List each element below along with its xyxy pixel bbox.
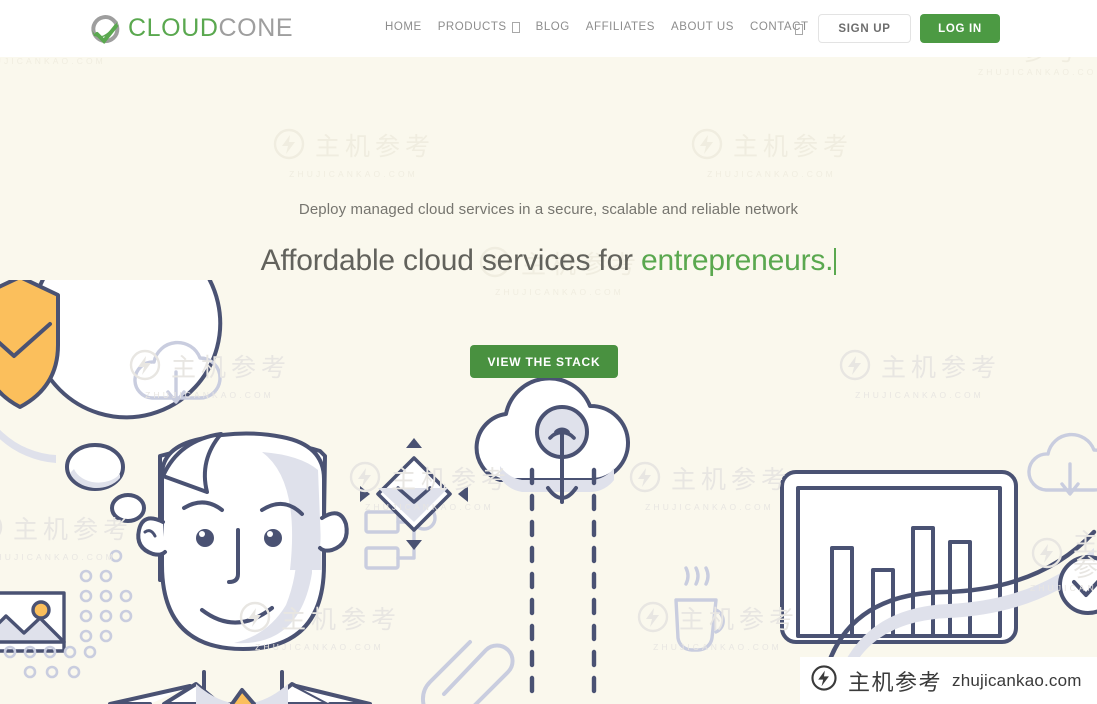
nav-item-contact[interactable]: CONTACT bbox=[750, 21, 825, 33]
thought-bubble bbox=[65, 443, 146, 523]
nav-label: PRODUCTS bbox=[437, 21, 507, 33]
coffee-cup-icon bbox=[674, 566, 725, 652]
hero-title-prefix: Affordable cloud services for bbox=[260, 244, 641, 277]
nav-label: BLOG bbox=[535, 21, 570, 33]
watermark-badge: 主机参考 zhujicankao.com bbox=[800, 657, 1097, 704]
watermark-en: ZHUJICANKAO.COM bbox=[707, 169, 836, 179]
view-the-stack-button[interactable]: VIEW THE STACK bbox=[470, 345, 618, 378]
dashed-connector-line bbox=[529, 467, 597, 704]
log-in-button[interactable]: LOG IN bbox=[920, 14, 1000, 43]
header-cart-icon[interactable] bbox=[795, 21, 803, 39]
logo-text: CLOUDCONE bbox=[128, 14, 293, 43]
watermark-badge-en: zhujicankao.com bbox=[952, 670, 1082, 690]
hero-illustration bbox=[0, 280, 1097, 704]
watermark-en: ZHUJICANKAO.COM bbox=[978, 67, 1097, 77]
page-root: 主机参考 ZHUJICANKAO.COM 主机参考 ZHUJICANKAO.CO… bbox=[0, 0, 1097, 704]
watermark-tile: 主机参考 ZHUJICANKAO.COM bbox=[690, 127, 853, 179]
nav-item-about-us[interactable]: ABOUT US bbox=[671, 21, 750, 33]
site-header: CLOUDCONE HOME PRODUCTS BLOG AFFILIATES … bbox=[0, 0, 1097, 57]
watermark-badge-cn: 主机参考 bbox=[848, 670, 943, 696]
watermark-en: ZHUJICANKAO.COM bbox=[289, 169, 418, 179]
orange-necktie bbox=[230, 688, 256, 704]
watermark-cn: 主机参考 bbox=[315, 132, 436, 161]
nav-item-home[interactable]: HOME bbox=[385, 21, 438, 33]
paperclip-icon bbox=[420, 640, 515, 704]
hero-title-accent: entrepreneurs. bbox=[640, 244, 834, 277]
nav-item-products[interactable]: PRODUCTS bbox=[438, 21, 536, 33]
main-navigation: HOME PRODUCTS BLOG AFFILIATES ABOUT US C… bbox=[385, 21, 825, 33]
watermark-tile: 主机参考 ZHUJICANKAO.COM bbox=[272, 127, 435, 179]
businessman-character bbox=[108, 431, 372, 704]
hero-title: Affordable cloud services for entreprene… bbox=[0, 244, 1097, 278]
cloud-upload-icon bbox=[474, 376, 630, 504]
cloudcone-swoosh-logo-icon bbox=[88, 11, 122, 45]
watermark-en: ZHUJICANKAO.COM bbox=[0, 56, 106, 66]
nav-label: ABOUT US bbox=[671, 21, 734, 33]
zhujicankao-bolt-icon bbox=[690, 127, 724, 166]
image-placeholder-icon bbox=[0, 591, 66, 653]
logo-text-cone: CONE bbox=[218, 13, 294, 42]
logo-text-cloud: CLOUD bbox=[128, 13, 219, 42]
watermark-cn: 主机参考 bbox=[733, 132, 854, 161]
nav-label: HOME bbox=[385, 21, 422, 33]
nav-item-blog[interactable]: BLOG bbox=[536, 21, 586, 33]
sign-up-button[interactable]: SIGN UP bbox=[818, 14, 911, 43]
logo[interactable]: CLOUDCONE bbox=[88, 8, 293, 48]
zhujicankao-bolt-icon bbox=[810, 664, 838, 697]
check-circle-outline-icon bbox=[1058, 555, 1097, 615]
nav-item-affiliates[interactable]: AFFILIATES bbox=[586, 21, 671, 33]
cloud-download-icon-right bbox=[1027, 432, 1097, 496]
nav-label: AFFILIATES bbox=[585, 21, 655, 33]
chevron-down-icon bbox=[511, 21, 520, 33]
text-cursor bbox=[834, 248, 837, 275]
missing-glyph-box-icon bbox=[795, 24, 803, 36]
zhujicankao-bolt-icon bbox=[272, 127, 306, 166]
hero-subtitle: Deploy managed cloud services in a secur… bbox=[298, 201, 799, 218]
shield-badge-icon bbox=[0, 280, 223, 463]
